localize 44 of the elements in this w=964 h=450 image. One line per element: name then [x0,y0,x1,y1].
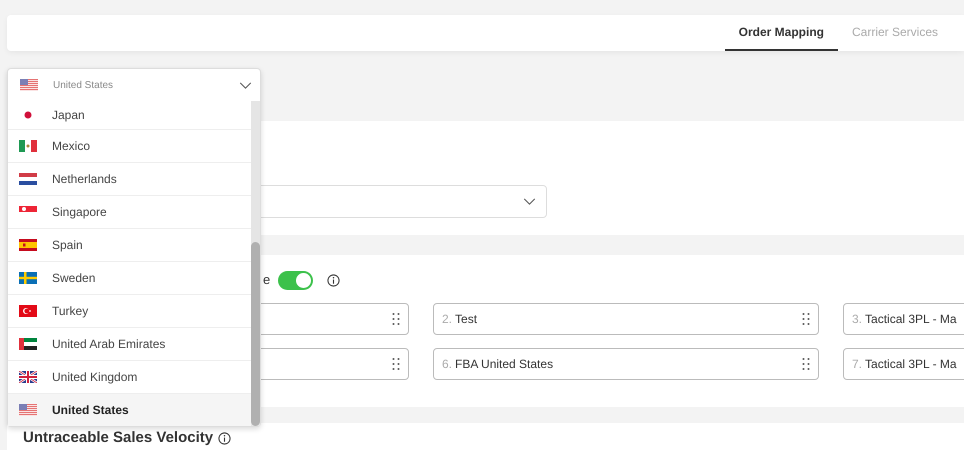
item-number: 3. [852,312,862,326]
country-option[interactable]: Spain [8,228,251,261]
item-name: Tactical 3PL - Ma [865,312,957,326]
flag-icon [19,404,37,416]
flag-icon [19,338,37,350]
flag-icon [19,173,37,185]
country-option[interactable]: Netherlands [8,162,251,195]
item-name: FBA United States [455,357,554,371]
chevron-down-icon [523,198,536,205]
drag-handle-icon[interactable] [802,313,810,325]
country-option[interactable]: Mexico [8,129,251,162]
country-option[interactable]: Sweden [8,261,251,294]
toggle-switch[interactable] [278,270,314,290]
flag-icon [20,79,38,91]
country-option[interactable]: United Arab Emirates [8,327,251,360]
country-option[interactable]: Turkey [8,294,251,327]
flag-icon [19,371,37,383]
item-name: Tactical 3PL - Ma [865,357,957,371]
flag-icon [19,272,37,284]
drag-handle-icon[interactable] [392,358,400,370]
item-number: 2. [442,312,452,326]
item-number: 7. [852,357,862,371]
toggle-label: e [263,271,270,290]
tab[interactable]: Order Mapping [724,15,838,51]
scrollbar[interactable] [251,101,260,426]
priority-item[interactable]: 6. FBA United States [433,348,819,380]
flag-icon [19,239,37,251]
country-option[interactable]: United States [8,393,251,426]
priority-item[interactable]: 3. Tactical 3PL - Ma [843,303,964,335]
flag-icon [19,140,37,152]
drag-handle-icon[interactable] [392,313,400,325]
flag-icon [19,305,37,317]
country-option[interactable]: Singapore [8,195,251,228]
country-option[interactable]: Japan [8,101,251,129]
chevron-down-icon [239,82,252,88]
info-icon[interactable] [327,274,340,286]
drag-handle-icon[interactable] [802,358,810,370]
country-select[interactable]: United States [8,69,260,101]
item-number: 6. [442,357,452,371]
priority-item[interactable]: 7. Tactical 3PL - Ma [843,348,964,380]
priority-item[interactable]: 2. Test [433,303,819,335]
section-title: Untraceable Sales Velocity [23,429,214,447]
item-name: Test [455,312,478,326]
info-icon[interactable] [218,432,232,445]
